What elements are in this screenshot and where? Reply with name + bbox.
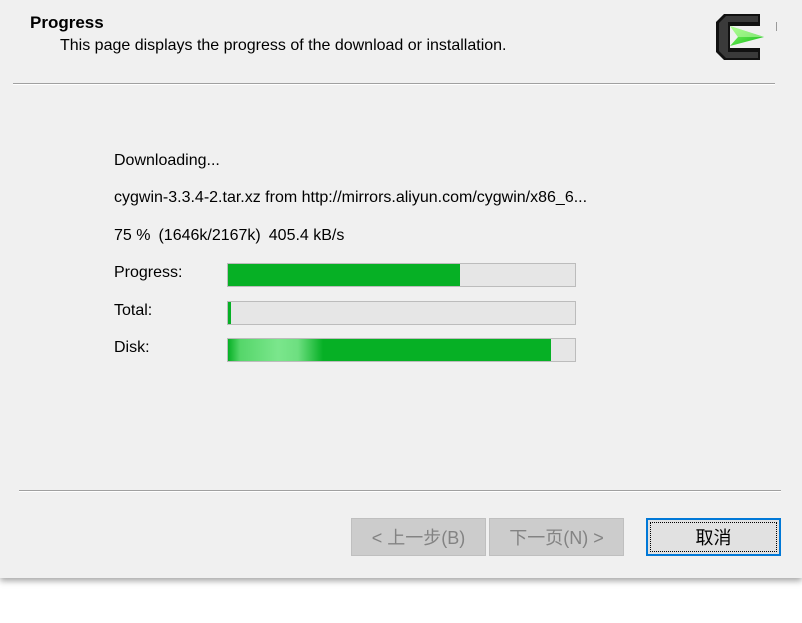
status-file-label: cygwin-3.3.4-2.tar.xz from http://mirror… (114, 189, 588, 206)
progress-label: Progress: (114, 264, 183, 281)
header-tick-mark (776, 22, 777, 31)
next-button[interactable]: 下一页(N) > (489, 518, 624, 556)
cancel-button[interactable]: 取消 (646, 518, 781, 556)
progress-bar-fill (228, 264, 461, 286)
header-separator (13, 83, 775, 85)
page-subtitle: This page displays the progress of the d… (60, 37, 507, 54)
cancel-button-label: 取消 (695, 528, 732, 548)
progress-bar (227, 263, 576, 287)
speed-text: 405.4 kB/s (268, 227, 345, 244)
status-stats-line: 75 % (1646k/2167k) 405.4 kB/s (114, 227, 344, 245)
percent-text: 75 % (114, 227, 151, 244)
disk-bar (227, 338, 576, 362)
total-bar-fill (228, 302, 232, 324)
disk-label: Disk: (114, 339, 150, 356)
total-bar (227, 301, 576, 325)
setup-window: Progress This page displays the progress… (0, 0, 802, 578)
total-label: Total: (114, 302, 153, 319)
size-text: (1646k/2167k) (158, 227, 261, 244)
back-button[interactable]: < 上一步(B) (351, 518, 486, 556)
footer-separator (19, 490, 781, 492)
status-action-label: Downloading... (114, 152, 220, 169)
disk-bar-fill (228, 339, 551, 361)
cygwin-logo-icon (716, 14, 764, 60)
page-title: Progress (30, 13, 104, 32)
